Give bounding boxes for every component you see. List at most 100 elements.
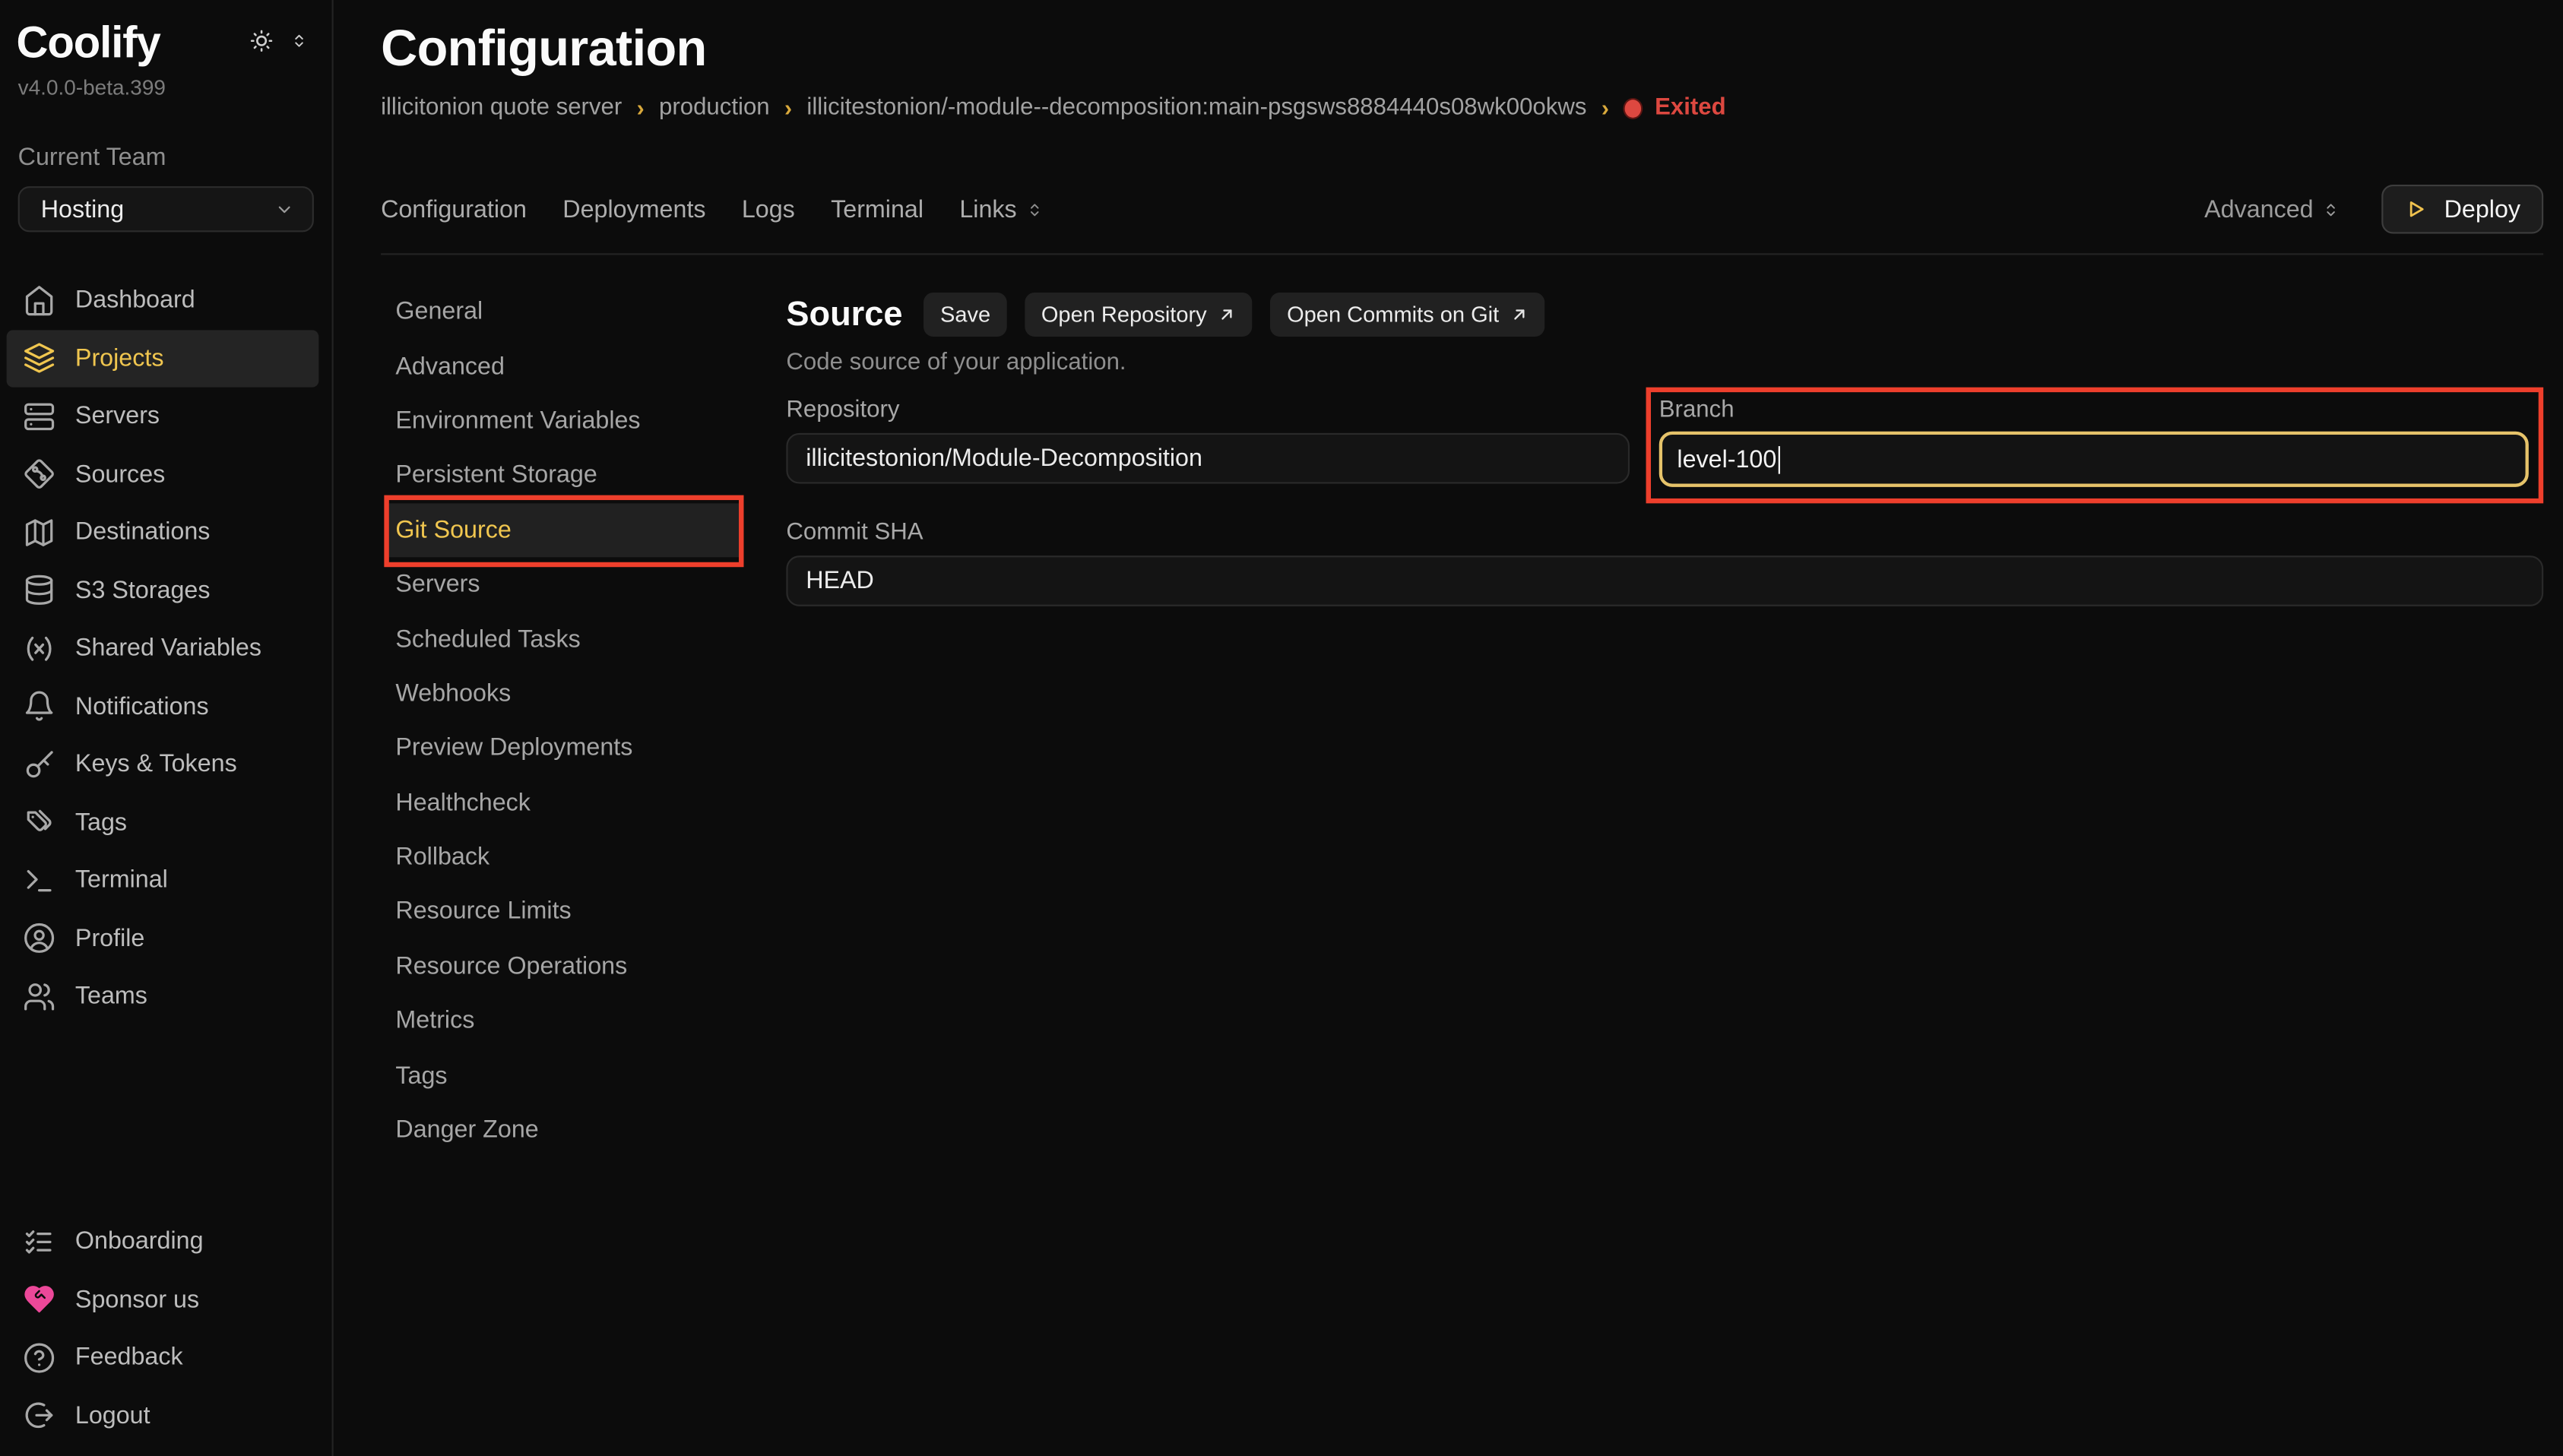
- sidebar-item-label: Sources: [75, 461, 165, 489]
- sidebar-footer-nav: Onboarding Sponsor us Feedback Logout: [0, 1213, 332, 1456]
- home-icon: [23, 284, 55, 317]
- status-text: Exited: [1655, 95, 1726, 121]
- sidebar-item-label: S3 Storages: [75, 577, 211, 605]
- advanced-dropdown[interactable]: Advanced: [2204, 195, 2341, 223]
- commit-sha-input[interactable]: HEAD: [786, 555, 2543, 606]
- sidebar-item-sources[interactable]: Sources: [7, 445, 319, 503]
- tab-links[interactable]: Links: [959, 195, 1044, 223]
- branch-input[interactable]: level-100: [1659, 432, 2529, 487]
- tab-label: Terminal: [831, 195, 924, 223]
- commit-sha-value: HEAD: [806, 567, 874, 595]
- sidebar-item-label: Sponsor us: [75, 1286, 199, 1314]
- sidebar-item-label: Feedback: [75, 1344, 183, 1372]
- sidebar-item-terminal[interactable]: Terminal: [7, 851, 319, 909]
- subnav-item-persistent-storage[interactable]: Persistent Storage: [381, 448, 786, 503]
- subnav-item-scheduled-tasks[interactable]: Scheduled Tasks: [381, 612, 786, 666]
- subnav-item-tags[interactable]: Tags: [381, 1048, 786, 1103]
- tab-terminal[interactable]: Terminal: [831, 195, 924, 223]
- sidebar-item-label: Shared Variables: [75, 635, 261, 663]
- subnav-item-webhooks[interactable]: Webhooks: [381, 666, 786, 721]
- tab-label: Configuration: [381, 195, 527, 223]
- subnav-item-resource-operations[interactable]: Resource Operations: [381, 939, 786, 994]
- open-repository-button[interactable]: Open Repository: [1025, 293, 1253, 337]
- subnav-label: Resource Limits: [395, 898, 571, 926]
- deploy-button[interactable]: Deploy: [2382, 185, 2543, 234]
- sidebar-item-sponsor-us[interactable]: Sponsor us: [7, 1271, 319, 1328]
- subnav-item-danger-zone[interactable]: Danger Zone: [381, 1103, 786, 1157]
- sidebar-item-destinations[interactable]: Destinations: [7, 503, 319, 561]
- subnav-item-preview-deployments[interactable]: Preview Deployments: [381, 721, 786, 776]
- sidebar-item-dashboard[interactable]: Dashboard: [7, 271, 319, 329]
- sidebar-item-notifications[interactable]: Notifications: [7, 677, 319, 735]
- subnav-item-metrics[interactable]: Metrics: [381, 994, 786, 1049]
- commit-sha-field-group: Commit SHA HEAD: [786, 521, 2543, 606]
- sidebar-item-s3-storages[interactable]: S3 Storages: [7, 562, 319, 619]
- sidebar-item-label: Profile: [75, 925, 144, 953]
- text-cursor: [1778, 445, 1780, 473]
- repository-input[interactable]: illicitestonion/Module-Decomposition: [786, 433, 1630, 484]
- sidebar-item-profile[interactable]: Profile: [7, 910, 319, 967]
- chevron-down-icon: [273, 198, 296, 220]
- tab-configuration[interactable]: Configuration: [381, 195, 527, 223]
- config-subnav: General Advanced Environment Variables P…: [381, 284, 786, 1157]
- sidebar-item-tags[interactable]: Tags: [7, 793, 319, 851]
- logout-icon: [23, 1399, 55, 1432]
- sidebar-item-label: Projects: [75, 344, 164, 372]
- subnav-item-rollback[interactable]: Rollback: [381, 830, 786, 885]
- sidebar-item-label: Servers: [75, 403, 160, 431]
- sidebar-item-label: Onboarding: [75, 1228, 204, 1256]
- sidebar-item-onboarding[interactable]: Onboarding: [7, 1213, 319, 1271]
- sidebar-item-keys-tokens[interactable]: Keys & Tokens: [7, 736, 319, 793]
- breadcrumb-project[interactable]: illicitonion quote server: [381, 95, 622, 121]
- subnav-item-advanced[interactable]: Advanced: [381, 339, 786, 394]
- subnav-label: Resource Operations: [395, 952, 627, 980]
- sidebar-item-feedback[interactable]: Feedback: [7, 1328, 319, 1386]
- sidebar-item-label: Terminal: [75, 866, 168, 894]
- sidebar-item-servers[interactable]: Servers: [7, 388, 319, 445]
- user-circle-icon: [23, 922, 55, 954]
- subnav-item-resource-limits[interactable]: Resource Limits: [381, 885, 786, 939]
- map-icon: [23, 516, 55, 549]
- open-repository-label: Open Repository: [1041, 302, 1207, 327]
- team-select[interactable]: Hosting: [18, 186, 314, 232]
- subnav-label: Servers: [395, 571, 480, 599]
- git-source-form: Source Save Open Repository Open Commits…: [786, 284, 2543, 1157]
- terminal-icon: [23, 864, 55, 897]
- chevron-right-icon: ›: [637, 95, 645, 121]
- repository-label: Repository: [786, 399, 1630, 423]
- theme-toggle-sun-icon[interactable]: [249, 28, 274, 54]
- subnav-item-healthcheck[interactable]: Healthcheck: [381, 775, 786, 830]
- breadcrumb-environment[interactable]: production: [659, 95, 770, 121]
- subnav-item-general[interactable]: General: [381, 284, 786, 339]
- branch-label: Branch: [1659, 399, 2529, 423]
- section-description: Code source of your application.: [786, 350, 2543, 375]
- key-icon: [23, 748, 55, 780]
- status-dot-icon: [1624, 97, 1643, 119]
- open-commits-button[interactable]: Open Commits on Git: [1271, 293, 1545, 337]
- sidebar-item-logout[interactable]: Logout: [7, 1387, 319, 1445]
- subnav-item-environment-variables[interactable]: Environment Variables: [381, 394, 786, 448]
- sidebar-item-label: Destinations: [75, 518, 211, 546]
- advanced-label: Advanced: [2204, 195, 2313, 223]
- sidebar-item-teams[interactable]: Teams: [7, 967, 319, 1025]
- sidebar-item-shared-variables[interactable]: Shared Variables: [7, 619, 319, 677]
- subnav-label: Scheduled Tasks: [395, 625, 580, 654]
- subnav-label: General: [395, 298, 483, 326]
- subnav-item-git-source[interactable]: Git Source: [389, 502, 739, 557]
- deploy-label: Deploy: [2444, 195, 2520, 223]
- subnav-label: Metrics: [395, 1007, 474, 1035]
- sidebar-item-label: Tags: [75, 809, 127, 837]
- breadcrumb-application[interactable]: illicitestonion/-module--decomposition:m…: [806, 95, 1586, 121]
- subnav-label: Healthcheck: [395, 789, 531, 817]
- version-selector-icon[interactable]: [290, 30, 309, 52]
- sidebar-item-projects[interactable]: Projects: [7, 329, 319, 387]
- subnav-label: Webhooks: [395, 679, 511, 707]
- branch-value: level-100: [1677, 445, 1776, 473]
- subnav-label: Persistent Storage: [395, 461, 597, 489]
- subnav-item-servers[interactable]: Servers: [381, 557, 786, 612]
- tab-label: Logs: [742, 195, 795, 223]
- save-button[interactable]: Save: [924, 293, 1006, 337]
- tab-logs[interactable]: Logs: [742, 195, 795, 223]
- team-select-value: Hosting: [41, 195, 273, 223]
- tab-deployments[interactable]: Deployments: [562, 195, 705, 223]
